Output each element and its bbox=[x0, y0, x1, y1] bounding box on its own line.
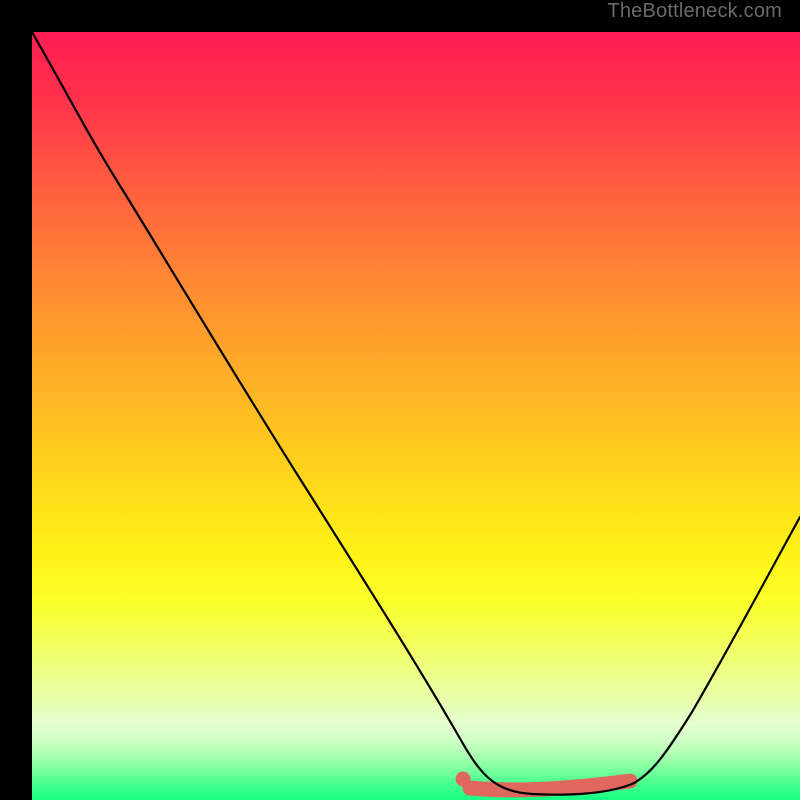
marker-dot bbox=[456, 772, 471, 787]
plot-area bbox=[32, 32, 800, 800]
watermark-text: TheBottleneck.com bbox=[607, 0, 782, 23]
bottleneck-curve bbox=[32, 32, 800, 795]
chart-svg bbox=[32, 32, 800, 800]
chart-frame bbox=[16, 16, 784, 784]
